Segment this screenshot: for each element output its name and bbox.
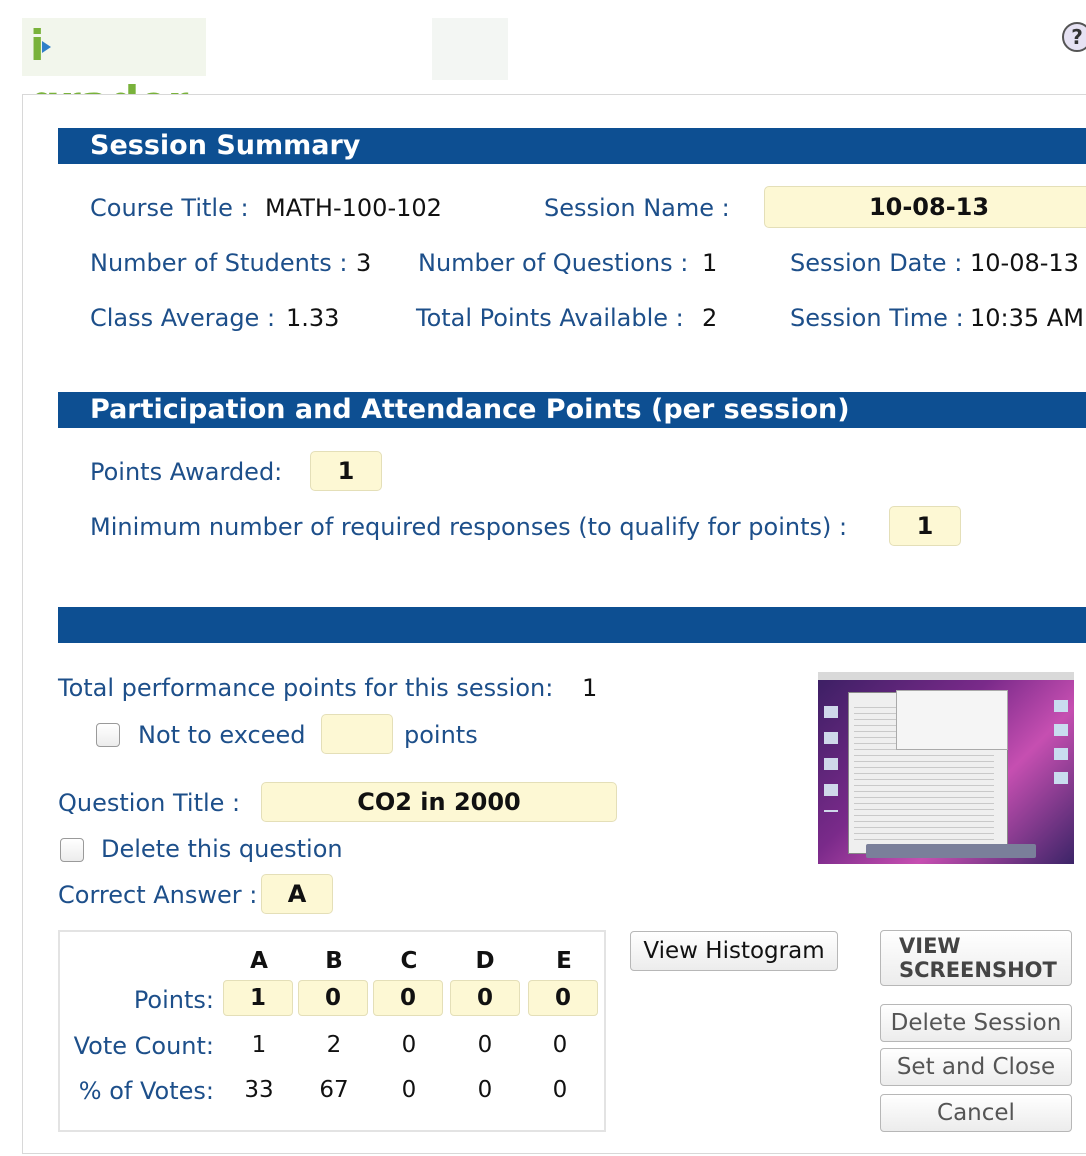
pct-votes-b: 67	[319, 1077, 349, 1103]
vote-count-e: 0	[552, 1032, 568, 1058]
min-responses-input[interactable]: 1	[889, 506, 961, 546]
pct-votes-d: 0	[477, 1077, 493, 1103]
num-students-label: Number of Students :	[90, 249, 348, 277]
vote-count-row-label: Vote Count:	[73, 1032, 214, 1060]
session-name-input[interactable]: 10-08-13	[764, 186, 1086, 228]
session-date-label: Session Date :	[790, 249, 963, 277]
points-row-label: Points:	[133, 986, 214, 1014]
class-average-value: 1.33	[286, 304, 340, 332]
total-performance-label: Total performance points for this sessio…	[58, 674, 554, 702]
session-time-label: Session Time :	[790, 304, 964, 332]
help-icon[interactable]: ?	[1062, 22, 1086, 52]
header-placeholder	[432, 18, 508, 80]
vote-count-c: 0	[401, 1032, 417, 1058]
total-points-label: Total Points Available :	[416, 304, 684, 332]
pct-votes-e: 0	[552, 1077, 568, 1103]
total-points-value: 2	[702, 304, 718, 332]
cancel-button[interactable]: Cancel	[880, 1094, 1072, 1132]
vote-count-b: 2	[326, 1032, 342, 1058]
session-name-label: Session Name :	[544, 194, 730, 222]
points-input-e[interactable]: 0	[528, 980, 598, 1016]
pct-votes-row-label: % of Votes:	[78, 1077, 214, 1105]
points-input-c[interactable]: 0	[373, 980, 443, 1016]
points-input-d[interactable]: 0	[450, 980, 520, 1016]
points-awarded-label: Points Awarded:	[90, 458, 283, 486]
points-input-b[interactable]: 0	[298, 980, 368, 1016]
thumb-window-front	[896, 690, 1008, 750]
not-to-exceed-label: Not to exceed	[138, 721, 306, 749]
thumb-menubar	[818, 672, 1074, 680]
total-performance-value: 1	[582, 674, 598, 702]
course-title-label: Course Title :	[90, 194, 249, 222]
min-responses-label: Minimum number of required responses (to…	[90, 513, 848, 541]
delete-session-button[interactable]: Delete Session	[880, 1004, 1072, 1042]
vote-count-a: 1	[251, 1032, 267, 1058]
points-awarded-input[interactable]: 1	[310, 451, 382, 491]
col-header-e: E	[556, 948, 572, 974]
course-title-value: MATH-100-102	[265, 194, 442, 222]
set-and-close-button[interactable]: Set and Close	[880, 1048, 1072, 1086]
col-header-b: B	[325, 948, 343, 974]
correct-answer-label: Correct Answer :	[58, 881, 258, 909]
igrader-logo: igrader	[22, 18, 206, 126]
session-summary-header: Session Summary	[58, 128, 1086, 164]
pct-votes-c: 0	[401, 1077, 417, 1103]
not-to-exceed-input[interactable]	[321, 714, 393, 754]
question-header	[58, 607, 1086, 643]
question-title-input[interactable]: CO2 in 2000	[261, 782, 617, 822]
col-header-a: A	[250, 948, 268, 974]
num-students-value: 3	[356, 249, 372, 277]
view-screenshot-line2: SCREENSHOT	[899, 958, 1057, 982]
num-questions-label: Number of Questions :	[418, 249, 689, 277]
view-histogram-button[interactable]: View Histogram	[630, 931, 838, 971]
vote-count-d: 0	[477, 1032, 493, 1058]
session-time-value: 10:35 AM	[970, 304, 1084, 332]
screenshot-thumbnail[interactable]	[818, 672, 1074, 864]
col-header-c: C	[400, 948, 418, 974]
view-screenshot-line1: VIEW	[899, 934, 961, 958]
num-questions-value: 1	[702, 249, 718, 277]
delete-question-checkbox[interactable]	[60, 838, 84, 862]
logo-arrow-icon	[42, 40, 52, 53]
not-to-exceed-checkbox[interactable]	[96, 723, 120, 747]
points-input-a[interactable]: 1	[223, 980, 293, 1016]
delete-question-label: Delete this question	[101, 835, 343, 863]
participation-header: Participation and Attendance Points (per…	[58, 392, 1086, 428]
view-screenshot-button[interactable]: VIEW SCREENSHOT	[880, 930, 1072, 986]
correct-answer-input[interactable]: A	[261, 874, 333, 914]
question-title-label: Question Title :	[58, 789, 241, 817]
pct-votes-a: 33	[244, 1077, 274, 1103]
col-header-d: D	[475, 948, 495, 974]
points-suffix-label: points	[404, 721, 478, 749]
thumb-dock	[866, 844, 1036, 858]
session-date-value: 10-08-13	[970, 249, 1079, 277]
thumb-desktop-icons-right	[1054, 688, 1068, 788]
class-average-label: Class Average :	[90, 304, 276, 332]
thumb-desktop-icons	[824, 692, 838, 812]
